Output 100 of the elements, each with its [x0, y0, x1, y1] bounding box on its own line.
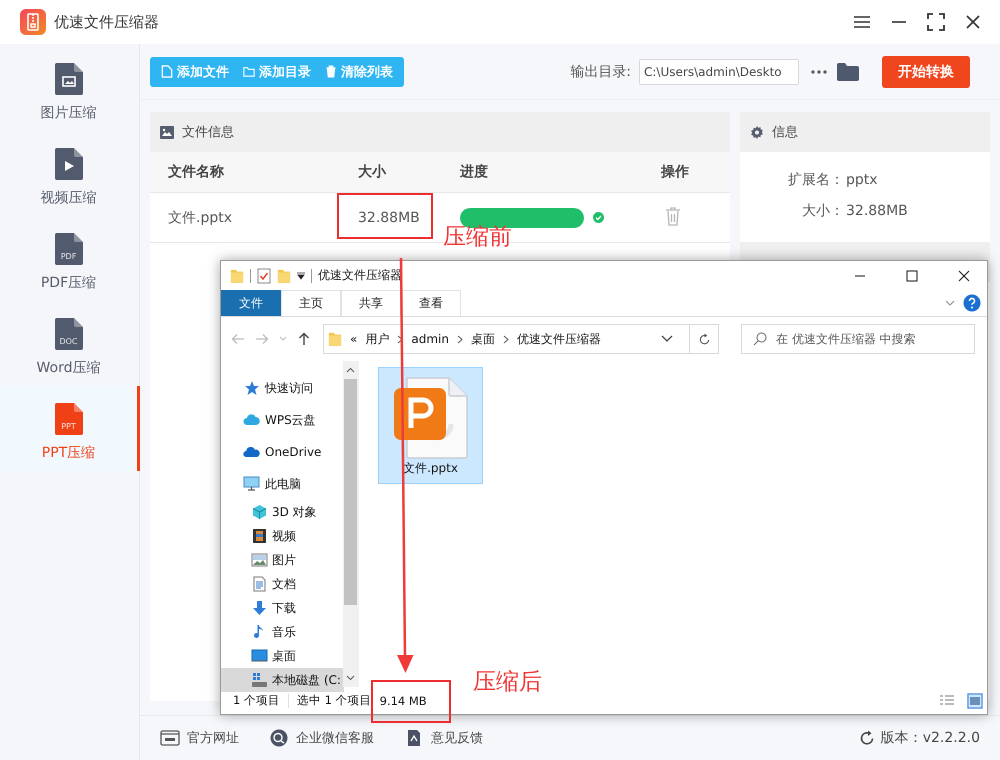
selection-count: 选中 1 个项目: [296, 693, 372, 708]
dropdown-icon[interactable]: [297, 272, 305, 280]
version-label: 版本：v2.2.2.0: [880, 729, 980, 747]
annotation-label: 压缩前: [443, 223, 512, 252]
file-icon: [161, 65, 173, 78]
chevron-icon: [456, 334, 463, 344]
field-value: pptx: [846, 172, 878, 188]
document-icon: [251, 576, 268, 592]
gear-icon: [750, 126, 764, 138]
selection-size: 9.14 MB: [380, 694, 427, 708]
scroll-up-icon[interactable]: [346, 367, 355, 373]
file-icon: [54, 233, 82, 265]
folder-icon[interactable]: [837, 62, 859, 80]
nav-item[interactable]: 文档: [221, 572, 343, 596]
app-title: 优速文件压缩器: [54, 12, 159, 32]
file-icon: [54, 318, 82, 350]
nav-item[interactable]: 桌面: [221, 644, 343, 668]
address-bar[interactable]: « 用户 admin 桌面 优速文件压缩器: [323, 324, 719, 354]
file-name: 文件.pptx: [168, 210, 232, 226]
column-header: 文件名称: [168, 164, 224, 180]
sidebar-item[interactable]: 图片压缩: [0, 46, 140, 131]
search-icon: [753, 332, 767, 346]
footer-link[interactable]: 企业微信客服: [269, 729, 374, 747]
nav-item[interactable]: 图片: [221, 548, 343, 572]
help-icon[interactable]: [963, 294, 981, 312]
desktop-icon: [251, 648, 268, 664]
presentation-file-icon: [392, 376, 468, 460]
refresh-icon[interactable]: [698, 332, 710, 346]
dropdown-icon[interactable]: [661, 335, 673, 343]
image-file-icon: [54, 63, 82, 95]
file-type-label: PDF: [60, 252, 78, 261]
breadcrumb-item[interactable]: 优速文件压缩器: [516, 330, 601, 348]
computer-icon: [243, 476, 260, 492]
field-value: 32.88MB: [846, 202, 908, 218]
annotation-label: 压缩后: [473, 668, 542, 697]
cube-icon: [251, 504, 268, 520]
breadcrumb-item[interactable]: 用户: [365, 330, 390, 348]
file-type-label: PPT: [60, 422, 77, 431]
breadcrumb-item[interactable]: 桌面: [470, 330, 495, 348]
chat-icon: [269, 729, 289, 747]
cloud-icon: [243, 444, 260, 460]
ribbon-tab[interactable]: 主页: [281, 290, 341, 316]
film-icon: [251, 528, 268, 544]
trash-icon: [325, 65, 337, 78]
folder-icon: [243, 65, 255, 78]
column-header: 进度: [460, 164, 488, 180]
footer-link[interactable]: 意见反馈: [404, 729, 483, 747]
menu-icon[interactable]: [853, 13, 871, 31]
download-icon: [251, 600, 268, 616]
maximize-icon[interactable]: [906, 270, 918, 282]
window-title: 优速文件压缩器: [318, 267, 402, 284]
drive-icon: [251, 672, 268, 688]
scroll-down-icon[interactable]: [346, 675, 355, 681]
column-header: 操作: [661, 164, 689, 180]
start-button[interactable]: 开始转换: [882, 56, 970, 88]
nav-item[interactable]: 3D 对象: [221, 500, 343, 524]
refresh-icon: [860, 730, 875, 746]
ribbon-tab[interactable]: 共享: [341, 290, 401, 316]
nav-item[interactable]: WPS云盘: [221, 404, 343, 436]
file-item[interactable]: 文件.pptx: [378, 367, 483, 484]
file-size: 32.88MB: [358, 210, 420, 226]
footer-link[interactable]: 官方网址: [160, 729, 239, 747]
nav-item[interactable]: OneDrive: [221, 436, 343, 468]
output-path-field[interactable]: C:\Users\admin\Deskto: [639, 58, 799, 84]
close-icon[interactable]: [958, 270, 970, 282]
nav-item[interactable]: 下载: [221, 596, 343, 620]
checklist-icon[interactable]: [257, 268, 271, 284]
panel-title: 信息: [772, 124, 798, 141]
nav-item[interactable]: 快速访问: [221, 372, 343, 404]
image-icon: [160, 126, 174, 138]
file-name: 文件.pptx: [403, 460, 458, 477]
nav-item[interactable]: 此电脑: [221, 468, 343, 500]
chevron-icon: [397, 334, 404, 344]
sidebar-item[interactable]: 视频压缩: [0, 131, 140, 216]
ribbon-tab[interactable]: 文件: [221, 290, 281, 316]
up-icon[interactable]: [297, 332, 311, 346]
large-icons-view-icon[interactable]: [967, 692, 983, 708]
nav-item[interactable]: 视频: [221, 524, 343, 548]
nav-item[interactable]: 本地磁盘 (C:: [221, 668, 344, 692]
picture-icon: [251, 552, 268, 568]
folder-icon: [328, 331, 342, 347]
field-label: 扩展名：: [787, 170, 844, 188]
scrollbar[interactable]: [343, 361, 358, 687]
nav-item[interactable]: 音乐: [221, 620, 343, 644]
folder-icon: [230, 268, 244, 284]
breadcrumb-item[interactable]: admin: [411, 332, 449, 346]
ribbon-tab[interactable]: 查看: [401, 290, 461, 316]
file-icon: [54, 403, 82, 435]
field-label: 大小：: [801, 202, 844, 220]
search-field[interactable]: 在 优速文件压缩器 中搜索: [741, 324, 975, 354]
sidebar-item[interactable]: PPT PPT压缩: [0, 386, 140, 471]
video-file-icon: [54, 148, 82, 180]
sidebar-item[interactable]: DOC Word压缩: [0, 301, 140, 386]
sidebar-item[interactable]: PDF PDF压缩: [0, 216, 140, 301]
chevron-icon[interactable]: [945, 300, 955, 306]
app-logo: [20, 9, 46, 35]
more-icon[interactable]: [811, 70, 827, 74]
fullscreen-icon[interactable]: [927, 13, 945, 31]
breadcrumb-overflow[interactable]: «: [350, 332, 358, 346]
close-icon[interactable]: [964, 13, 982, 31]
